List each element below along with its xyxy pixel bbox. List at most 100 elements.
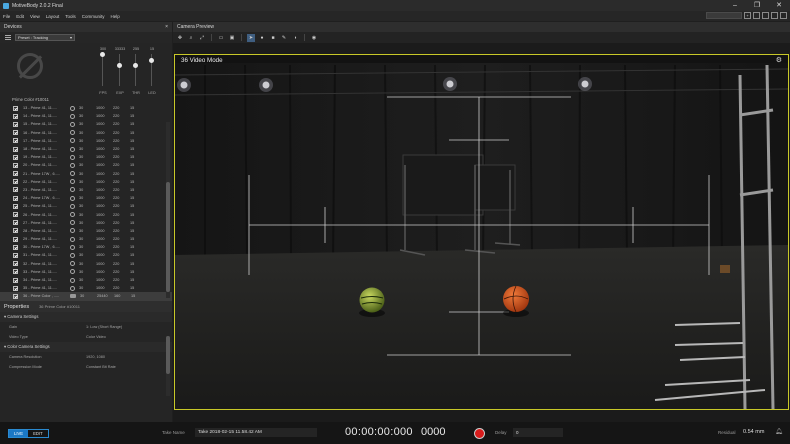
camera-checkbox[interactable] <box>13 285 18 291</box>
layout-icon-4[interactable] <box>780 12 787 19</box>
camera-checkbox[interactable] <box>13 171 18 177</box>
devices-scrollbar[interactable] <box>166 122 170 298</box>
camera-checkbox[interactable] <box>13 212 18 218</box>
layout-icon-2[interactable] <box>762 12 769 19</box>
menu-tools[interactable]: Tools <box>65 14 76 19</box>
maximize-button[interactable]: ❐ <box>746 0 768 11</box>
camera-status-icon[interactable] <box>70 138 75 144</box>
properties-scrollbar[interactable] <box>166 336 170 396</box>
camera-status-icon[interactable] <box>70 285 75 291</box>
zoom-icon[interactable]: ⌕ <box>187 34 195 42</box>
camera-checkbox[interactable] <box>13 138 18 144</box>
camera-status-icon[interactable] <box>70 212 75 218</box>
camera-row[interactable]: 15 - Prime 41, 11..... 30 1000 220 15 <box>0 120 172 128</box>
grab-icon[interactable]: ✥ <box>176 34 184 42</box>
property-value[interactable]: 1920, 1080 <box>86 352 105 362</box>
camera-row[interactable]: 31 - Prime 41, 11..... 30 1000 220 15 <box>0 251 172 259</box>
camera-status-icon[interactable] <box>70 146 75 152</box>
camera-row[interactable]: 19 - Prime 41, 11..... 30 1000 220 15 <box>0 153 172 161</box>
camera-status-icon[interactable] <box>70 130 75 136</box>
camera-checkbox[interactable] <box>13 146 18 152</box>
preset-select[interactable]: Preset : Tracking ▾ <box>15 34 75 41</box>
camera-checkbox[interactable] <box>13 130 18 136</box>
camera-status-icon[interactable] <box>70 203 75 209</box>
crop-icon[interactable]: ▭ <box>217 34 225 42</box>
camera-checkbox[interactable] <box>13 162 18 168</box>
camera-checkbox[interactable] <box>13 269 18 275</box>
slider-knob[interactable] <box>117 63 122 69</box>
camera-row[interactable]: 22 - Prime 41, 11..... 30 1000 220 15 <box>0 178 172 186</box>
property-value[interactable]: Color Video <box>86 332 106 342</box>
slider-knob[interactable] <box>133 63 138 69</box>
camera-checkbox[interactable] <box>13 236 18 242</box>
camera-checkbox[interactable] <box>13 252 18 258</box>
property-value[interactable]: 1: Low (Short Range) <box>86 322 122 332</box>
camera-status-icon[interactable] <box>70 113 75 119</box>
slider-thr[interactable]: 255 THR <box>129 47 143 99</box>
eye-icon[interactable]: ◉ <box>310 34 318 42</box>
camera-row[interactable]: 23 - Prime 41, 11..... 30 1000 220 15 <box>0 186 172 194</box>
camera-status-icon[interactable] <box>70 277 75 283</box>
camera-status-icon[interactable] <box>70 228 75 234</box>
camera-status-icon[interactable] <box>70 171 75 177</box>
camera-row[interactable]: 35 - Prime 41, 11..... 30 1000 220 15 <box>0 284 172 292</box>
devices-close-icon[interactable]: × <box>165 24 168 30</box>
camera-status-icon[interactable] <box>70 105 75 111</box>
property-section-header[interactable]: ▾ Camera Settings <box>0 312 172 322</box>
menu-layout[interactable]: Layout <box>46 14 60 19</box>
slider-track[interactable] <box>135 54 136 86</box>
camera-row[interactable]: 16 - Prime 41, 11..... 30 1000 220 15 <box>0 129 172 137</box>
property-row[interactable]: Compression Mode Constant Bit Rate <box>0 362 172 372</box>
camera-row[interactable]: 29 - Prime 41, 11..... 30 1000 220 15 <box>0 235 172 243</box>
camera-row[interactable]: 30 - Prime 17W , 6..... 30 1000 220 15 <box>0 243 172 251</box>
camera-row[interactable]: 18 - Prime 41, 11..... 30 1000 220 15 <box>0 145 172 153</box>
menu-help[interactable]: Help <box>111 14 120 19</box>
menu-file[interactable]: File <box>3 14 10 19</box>
edit-mode-button[interactable]: EDIT <box>28 430 48 437</box>
mask-icon[interactable]: ▣ <box>228 34 236 42</box>
layout-icon-3[interactable] <box>771 12 778 19</box>
gear-icon[interactable]: ⚙ <box>776 56 782 64</box>
camera-checkbox[interactable] <box>13 261 18 267</box>
minimize-button[interactable]: – <box>724 0 746 11</box>
camera-checkbox[interactable] <box>13 277 18 283</box>
camera-row[interactable]: 33 - Prime 41, 11..... 30 1000 220 15 <box>0 268 172 276</box>
camera-checkbox[interactable] <box>13 228 18 234</box>
camera-status-icon[interactable] <box>70 195 75 201</box>
close-button[interactable]: ✕ <box>768 0 790 11</box>
properties-scrollbar-thumb[interactable] <box>166 336 170 374</box>
layout-search-input[interactable] <box>706 12 742 19</box>
camera-status-icon[interactable] <box>70 261 75 267</box>
camera-status-icon[interactable] <box>70 269 75 275</box>
camera-status-icon[interactable] <box>70 244 75 250</box>
menu-view[interactable]: View <box>30 14 40 19</box>
add-layout-icon[interactable]: + <box>744 12 751 19</box>
camera-row[interactable]: 32 - Prime 41, 11..... 30 1000 220 15 <box>0 260 172 268</box>
slider-led[interactable]: 15 LED <box>145 47 159 99</box>
camera-checkbox[interactable] <box>13 187 18 193</box>
camera-checkbox[interactable] <box>13 121 18 127</box>
camera-row[interactable]: 20 - Prime 41, 11..... 30 1000 220 15 <box>0 161 172 169</box>
menu-edit[interactable]: Edit <box>16 14 24 19</box>
camera-checkbox[interactable] <box>13 105 18 111</box>
camera-status-icon[interactable] <box>70 220 75 226</box>
menu-community[interactable]: Community <box>82 14 105 19</box>
marker-icon[interactable]: ● <box>258 34 266 42</box>
camera-row[interactable]: 36 - Prime Color , ..... 30 25440 160 15 <box>0 292 172 301</box>
camera-row[interactable]: 28 - Prime 41, 11..... 30 1000 220 15 <box>0 227 172 235</box>
camera-row[interactable]: 13 - Prime 41, 11..... 30 1000 220 15 <box>0 104 172 112</box>
bell-icon[interactable]: 🔔︎ <box>775 428 783 435</box>
camera-checkbox[interactable] <box>13 195 18 201</box>
camera-checkbox[interactable] <box>13 154 18 160</box>
camera-checkbox[interactable] <box>13 293 18 299</box>
property-row[interactable]: Gain 1: Low (Short Range) <box>0 322 172 332</box>
pen-icon[interactable]: ✎ <box>280 34 288 42</box>
camera-checkbox[interactable] <box>13 244 18 250</box>
camera-row[interactable]: 25 - Prime 41, 11..... 30 1000 220 15 <box>0 202 172 210</box>
slider-knob[interactable] <box>100 52 105 57</box>
fit-icon[interactable]: ⤢ <box>198 34 206 42</box>
camera-status-icon[interactable] <box>70 154 75 160</box>
camera-row[interactable]: 24 - Prime 17W , 6..... 30 1000 220 15 <box>0 194 172 202</box>
slider-knob[interactable] <box>149 58 154 64</box>
camera-row[interactable]: 17 - Prime 41, 11..... 30 1000 220 15 <box>0 137 172 145</box>
